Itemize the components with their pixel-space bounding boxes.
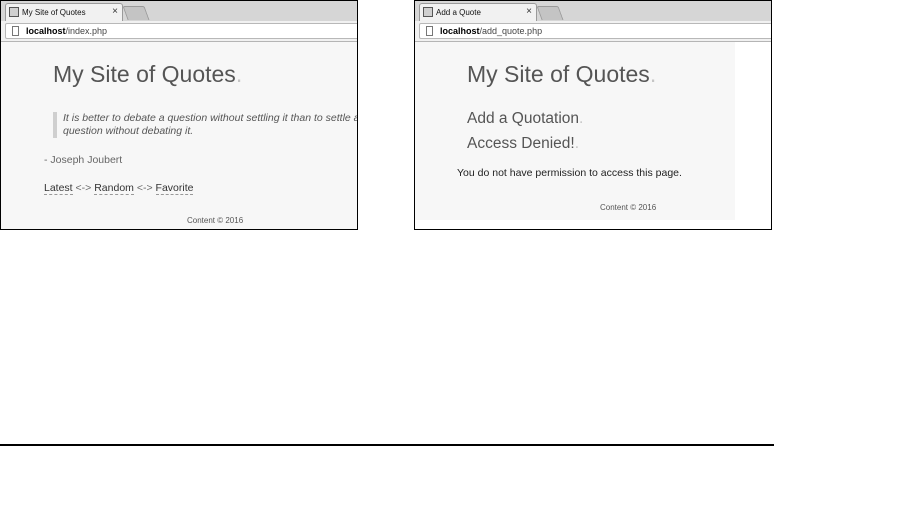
url-text: localhost/add_quote.php [440, 26, 542, 36]
add-quotation-heading: Add a Quotation. [467, 110, 583, 128]
favorite-link[interactable]: Favorite [155, 182, 194, 195]
address-bar: localhost/index.php [1, 21, 357, 42]
new-tab-icon[interactable] [536, 6, 564, 20]
access-denied-heading: Access Denied!. [467, 135, 579, 153]
heading-dot: . [579, 110, 584, 127]
site-title-dot: . [649, 61, 657, 87]
tab-my-site-of-quotes[interactable]: My Site of Quotes × [5, 3, 123, 21]
site-title-text: My Site of Quotes [53, 61, 236, 87]
blockquote: It is better to debate a question withou… [53, 112, 357, 138]
footer: Content © 2016 [600, 203, 657, 212]
url-host: localhost [440, 26, 480, 36]
quote-author: - Joseph Joubert [44, 154, 123, 166]
tab-strip: Add a Quote × [415, 1, 771, 21]
heading-text: Add a Quotation [467, 110, 580, 127]
tab-title: My Site of Quotes [22, 8, 86, 17]
tab-strip: My Site of Quotes × [1, 1, 357, 21]
new-tab-icon[interactable] [122, 6, 150, 20]
page-margin [735, 60, 771, 229]
browser-window-add-quote: Add a Quote × localhost/add_quote.php My… [414, 0, 772, 230]
heading-text: Access Denied! [467, 135, 575, 152]
browser-window-index: My Site of Quotes × localhost/index.php … [0, 0, 358, 230]
page-favicon-icon [9, 7, 19, 17]
url-field[interactable]: localhost/index.php [5, 23, 357, 39]
site-title: My Site of Quotes. [467, 61, 656, 88]
address-bar: localhost/add_quote.php [415, 21, 771, 42]
site-title-text: My Site of Quotes [467, 61, 650, 87]
page-favicon-icon [423, 7, 433, 17]
document-icon [12, 26, 19, 36]
tab-add-a-quote[interactable]: Add a Quote × [419, 3, 537, 21]
site-title-dot: . [235, 61, 243, 87]
link-separator: <-> [72, 182, 95, 194]
permission-message: You do not have permission to access thi… [457, 167, 682, 179]
page-viewport: My Site of Quotes. Add a Quotation. Acce… [415, 42, 771, 229]
url-host: localhost [26, 26, 66, 36]
close-icon[interactable]: × [526, 6, 532, 18]
link-separator: <-> [133, 182, 156, 194]
url-path: /index.php [65, 26, 108, 36]
document-icon [426, 26, 433, 36]
url-text: localhost/index.php [26, 26, 107, 36]
footer: Content © 2016 [187, 216, 244, 225]
tab-title: Add a Quote [436, 8, 481, 17]
horizontal-divider [0, 444, 774, 446]
quote-navigation: Latest <-> Random <-> Favorite [44, 182, 194, 195]
random-link[interactable]: Random [94, 182, 134, 195]
heading-dot: . [574, 135, 580, 152]
close-icon[interactable]: × [112, 6, 118, 18]
url-path: /add_quote.php [479, 26, 543, 36]
site-title: My Site of Quotes. [53, 61, 242, 88]
latest-link[interactable]: Latest [44, 182, 73, 195]
page-viewport: My Site of Quotes. It is better to debat… [1, 42, 357, 229]
url-field[interactable]: localhost/add_quote.php [419, 23, 771, 39]
